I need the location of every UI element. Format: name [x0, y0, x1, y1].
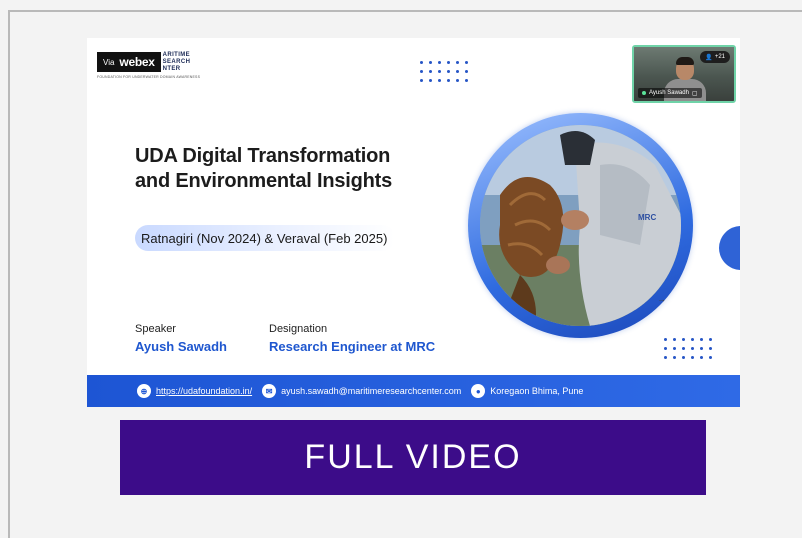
fieldwork-photo: MRC	[480, 125, 681, 326]
email-text: ayush.sawadh@maritimeresearchcenter.com	[281, 386, 462, 396]
slide-footer: ⊕ https://udafoundation.in/ ✉ ayush.sawa…	[87, 375, 740, 407]
participant-hair	[676, 57, 694, 65]
mrc-shirt-logo: MRC	[638, 213, 656, 222]
participant-name-tag: Ayush Sawadh ▢	[638, 88, 702, 98]
org-name: ARITIME SEARCH NTER	[163, 52, 191, 73]
webex-badge: Via webex	[97, 52, 161, 72]
participant-count: +21	[714, 54, 725, 60]
org-line: ARITIME	[162, 51, 191, 58]
decorative-circle	[719, 226, 740, 270]
footer-website[interactable]: ⊕ https://udafoundation.in/	[137, 384, 252, 398]
speaker-name: Ayush Sawadh	[135, 339, 227, 354]
title-line: and Environmental Insights	[135, 170, 393, 192]
mail-icon: ✉	[262, 384, 277, 398]
participant-count-badge[interactable]: 👤 +21	[700, 51, 730, 63]
fullscreen-icon: ▢	[691, 90, 698, 97]
website-link[interactable]: https://udafoundation.in/	[156, 386, 252, 396]
fieldwork-photo-illustration: MRC	[480, 125, 681, 326]
title-line: UDA Digital Transformation	[135, 145, 391, 167]
brand-webex: webex	[119, 55, 155, 69]
globe-icon: ⊕	[137, 384, 151, 398]
org-tagline: FOUNDATION FOR UNDERWATER DOMAIN AWARENE…	[97, 75, 201, 79]
footer-email: ✉ ayush.sawadh@maritimeresearchcenter.co…	[262, 384, 461, 398]
decorative-dots-bottom	[664, 338, 712, 359]
designation-label: Designation	[269, 323, 328, 335]
full-video-button[interactable]: FULL VIDEO	[120, 420, 706, 495]
video-slide[interactable]: Via webex ARITIME SEARCH NTER FOUNDATION…	[87, 38, 740, 407]
arrow-right-icon: →	[657, 294, 666, 304]
location-pin-icon: ●	[471, 384, 486, 398]
brand-logo: Via webex ARITIME SEARCH NTER FOUNDATION…	[97, 50, 200, 79]
speaker-label: Speaker	[135, 323, 176, 335]
slide-title: UDA Digital Transformation and Environme…	[135, 144, 392, 194]
participant-name: Ayush Sawadh	[649, 90, 689, 96]
org-line: SEARCH	[162, 58, 191, 65]
photo-ring: MRC	[468, 113, 693, 338]
footer-location: ● Koregaon Bhima, Pune	[471, 384, 583, 398]
participant-video-tile[interactable]: 👤 +21 Ayush Sawadh ▢	[632, 45, 736, 103]
location-text: Koregaon Bhima, Pune	[490, 386, 584, 396]
subtitle-pill: Ratnagiri (Nov 2024) & Veraval (Feb 2025…	[135, 225, 396, 251]
designation-value: Research Engineer at MRC	[269, 339, 436, 354]
decorative-dots-top	[420, 61, 468, 82]
mic-icon	[642, 91, 646, 95]
person-icon: 👤	[705, 54, 713, 61]
brand-via: Via	[103, 57, 115, 67]
org-line: NTER	[162, 65, 181, 72]
